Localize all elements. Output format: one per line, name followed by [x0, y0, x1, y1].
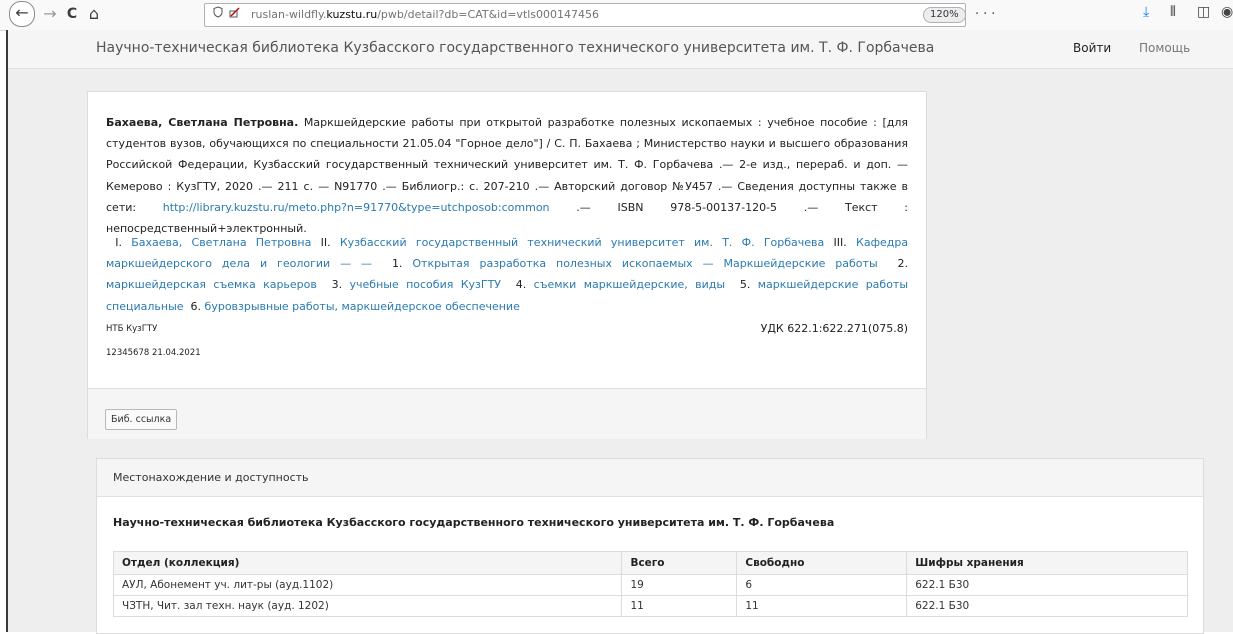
- table-cell: 622.1 Б30: [906, 574, 1188, 596]
- subject-link[interactable]: съемки маркшейдерские, виды: [534, 278, 725, 291]
- card-footer: Биб. ссылка: [88, 388, 926, 439]
- subject-link[interactable]: учебные пособия КузГТУ: [350, 278, 502, 291]
- site-header: Научно-техническая библиотека Кузбасског…: [8, 30, 1233, 69]
- home-icon: ⌂: [88, 4, 100, 23]
- reload-icon: C: [66, 6, 78, 22]
- column-header: Свободно: [736, 551, 908, 575]
- table-row: ЧЗТН, Чит. зал техн. наук (ауд. 1202) 11…: [112, 595, 1188, 617]
- browser-toolbar: ← → C ⌂ ruslan-wildfly.kuzstu.ru/pwb/det…: [0, 0, 1233, 66]
- site-title[interactable]: Научно-техническая библиотека Кузбасског…: [96, 40, 934, 56]
- table-cell: АУЛ, Абонемент уч. лит-ры (ауд.1102): [112, 574, 623, 596]
- subject-link[interactable]: буровзрывные работы, маркшейдерское обес…: [205, 300, 520, 313]
- shield-lock-icon: [213, 6, 240, 18]
- location-header: Местонахождение и доступность: [97, 459, 1203, 497]
- home-button[interactable]: ⌂: [82, 2, 106, 26]
- subject-number: 5.: [739, 278, 751, 292]
- column-header: Всего: [621, 551, 738, 575]
- back-arrow-icon: ←: [15, 3, 29, 22]
- back-button[interactable]: ←: [9, 1, 35, 27]
- url-prefix: ruslan-wildfly.: [251, 8, 327, 21]
- account-icon[interactable]: ◉: [1221, 4, 1233, 20]
- table-cell: 6: [736, 574, 908, 596]
- udc-code: УДК 622.1:622.271(075.8): [760, 322, 908, 335]
- table-row: АУЛ, Абонемент уч. лит-ры (ауд.1102) 19 …: [112, 574, 1188, 596]
- downloads-icon[interactable]: ⤓: [1143, 4, 1149, 20]
- subject-link[interactable]: маркшейдерская съемка карьеров: [106, 278, 317, 291]
- subject-link[interactable]: Бахаева, Светлана Петровна: [131, 236, 311, 249]
- location-panel: Местонахождение и доступность Научно-тех…: [96, 458, 1204, 634]
- forward-arrow-icon: →: [43, 4, 57, 23]
- record-card: Бахаева, Светлана Петровна. Маркшейдерск…: [87, 91, 927, 439]
- column-header: Отдел (коллекция): [112, 551, 623, 575]
- subject-link[interactable]: Кузбасский государственный технический у…: [340, 236, 824, 249]
- library-icon[interactable]: ⫴: [1170, 4, 1176, 20]
- subject-number: 3.: [331, 278, 343, 292]
- holdings-table: Отдел (коллекция) Всего Свободно Шифры х…: [112, 551, 1188, 617]
- forward-button[interactable]: →: [38, 2, 62, 26]
- table-cell: 622.1 Б30: [906, 595, 1188, 617]
- subject-headings: I. Бахаева, Светлана Петровна II. Кузбас…: [106, 232, 908, 317]
- table-cell: 11: [621, 595, 738, 617]
- location-title: Местонахождение и доступность: [113, 471, 309, 484]
- url-host: kuzstu.ru: [326, 8, 378, 21]
- record-description: Маркшейдерские работы при открытой разра…: [106, 116, 909, 214]
- site-info-icons[interactable]: [213, 4, 247, 26]
- bib-reference-button[interactable]: Биб. ссылка: [105, 409, 178, 430]
- login-link[interactable]: Войти: [1073, 41, 1111, 55]
- column-header: Шифры хранения: [906, 551, 1188, 575]
- subject-link[interactable]: Открытая разработка полезных ископаемых …: [412, 257, 877, 270]
- url-text: ruslan-wildfly.kuzstu.ru/pwb/detail?db=C…: [251, 4, 599, 26]
- zoom-level-badge[interactable]: 120%: [923, 7, 966, 23]
- url-bar[interactable]: ruslan-wildfly.kuzstu.ru/pwb/detail?db=C…: [204, 3, 995, 66]
- record-author: Бахаева, Светлана Петровна.: [106, 116, 299, 129]
- subject-number: II.: [320, 236, 331, 249]
- library-name: Научно-техническая библиотека Кузбасског…: [113, 516, 835, 529]
- subject-number: 2.: [897, 257, 909, 271]
- url-path: /pwb/detail?db=CAT&id=vtls000147456: [377, 8, 600, 21]
- subject-number: 6.: [190, 299, 202, 313]
- table-cell: 19: [621, 574, 738, 596]
- table-cell: 11: [736, 595, 908, 617]
- table-header-row: Отдел (коллекция) Всего Свободно Шифры х…: [112, 551, 1188, 575]
- help-link[interactable]: Помощь: [1139, 41, 1190, 55]
- sidebar-icon[interactable]: ◫: [1197, 4, 1210, 20]
- reload-button[interactable]: C: [60, 2, 84, 26]
- electronic-resource-link[interactable]: http://library.kuzstu.ru/meto.php?n=9177…: [163, 201, 550, 214]
- subject-number: I.: [115, 236, 122, 249]
- holding-library: НТБ КузГТУ: [106, 324, 158, 334]
- subject-number: 4.: [515, 278, 527, 292]
- record-id: 12345678 21.04.2021: [106, 348, 201, 358]
- subject-number: III.: [833, 236, 847, 249]
- bibliographic-description: Бахаева, Светлана Петровна. Маркшейдерск…: [106, 112, 908, 239]
- table-cell: ЧЗТН, Чит. зал техн. наук (ауд. 1202): [112, 595, 623, 617]
- subject-number: 1.: [391, 257, 403, 271]
